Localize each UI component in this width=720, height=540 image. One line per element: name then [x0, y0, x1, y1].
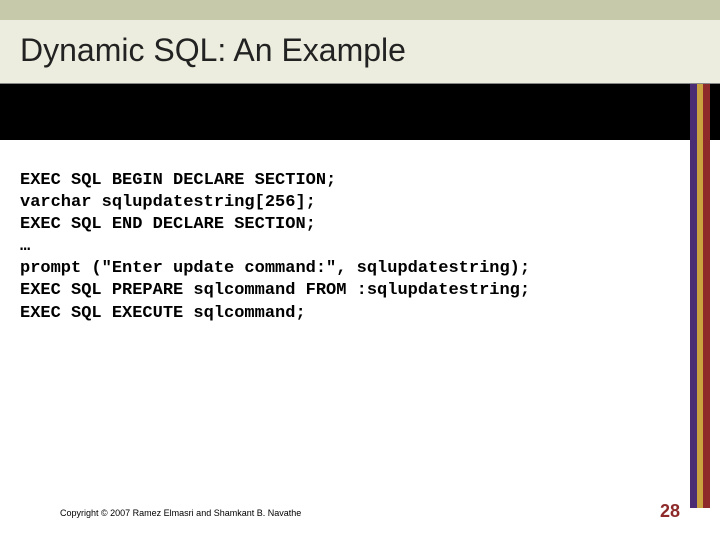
copyright-footer: Copyright © 2007 Ramez Elmasri and Shamk… [60, 508, 301, 518]
accent-bar-purple [690, 84, 697, 508]
code-line: … [20, 237, 30, 256]
code-block: EXEC SQL BEGIN DECLARE SECTION; varchar … [20, 170, 680, 325]
page-number: 28 [660, 501, 680, 522]
title-band: Dynamic SQL: An Example [0, 20, 720, 84]
code-line: EXEC SQL EXECUTE sqlcommand; [20, 304, 306, 323]
code-line: EXEC SQL END DECLARE SECTION; [20, 215, 316, 234]
code-line: EXEC SQL PREPARE sqlcommand FROM :sqlupd… [20, 281, 530, 300]
code-line: varchar sqlupdatestring[256]; [20, 193, 316, 212]
top-accent-band [0, 0, 720, 20]
code-line: prompt ("Enter update command:", sqlupda… [20, 259, 530, 278]
accent-bar-gold [697, 84, 704, 508]
code-line: EXEC SQL BEGIN DECLARE SECTION; [20, 171, 336, 190]
side-accent-bars [690, 84, 710, 508]
black-band [0, 84, 720, 140]
accent-bar-red [703, 84, 710, 508]
slide-title: Dynamic SQL: An Example [20, 32, 406, 69]
